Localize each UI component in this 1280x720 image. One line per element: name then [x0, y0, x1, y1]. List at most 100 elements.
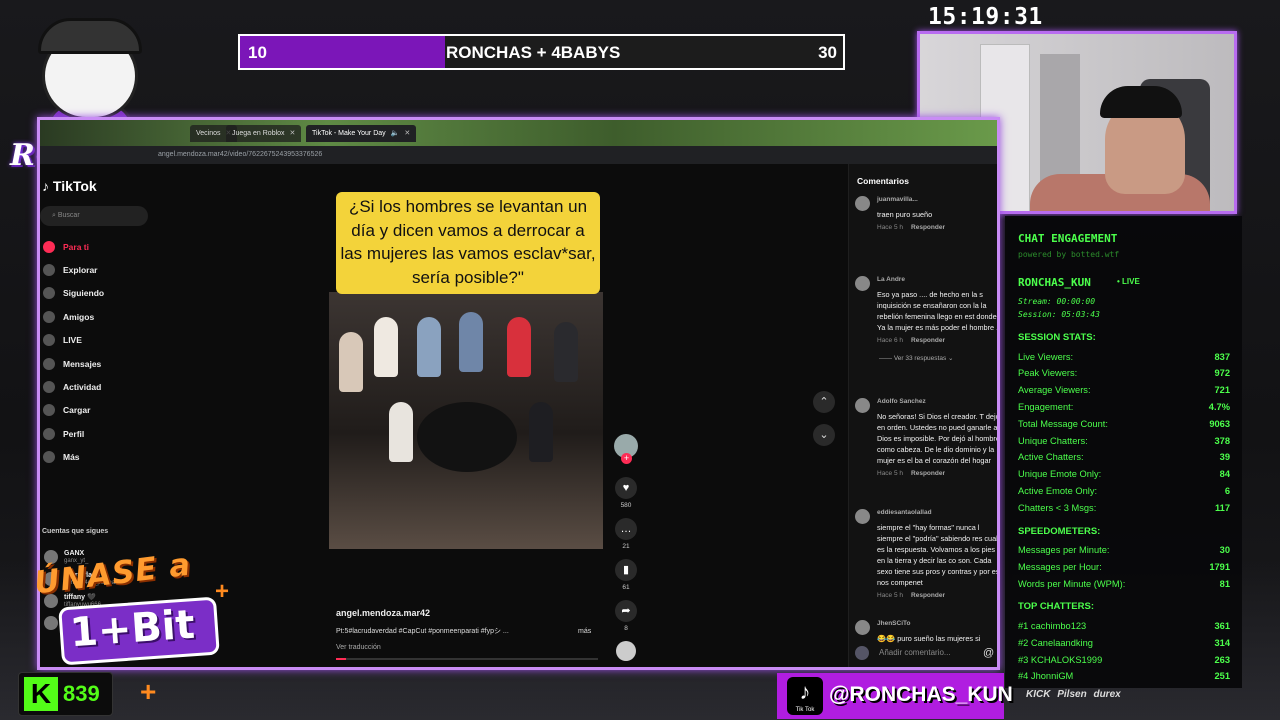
nav-item-label: Más [63, 452, 80, 463]
nav-item-actividad[interactable]: Actividad [40, 375, 170, 398]
video-table [417, 402, 517, 472]
view-replies-link[interactable]: —— Ver 33 respuestas ⌄ [879, 354, 953, 362]
chevron-down-icon[interactable]: ⌄ [813, 424, 835, 446]
session-stat-value: 4.7% [1208, 401, 1230, 412]
speedometer-label: Messages per Hour: [1018, 561, 1102, 572]
top-chatter-value: 361 [1214, 620, 1230, 631]
video-person [529, 402, 553, 462]
bookmark-icon[interactable]: ▮ [615, 559, 637, 581]
top-chatter-value: 251 [1214, 671, 1230, 682]
reply-button[interactable]: Responder [911, 224, 945, 231]
clock: 15:19:31 [928, 4, 1043, 30]
scoreboard-right-value: 30 [818, 43, 837, 62]
scoreboard-left-value: 10 [248, 43, 267, 62]
tiktok-nav: Para ti Explorar Siguiendo Amigos LIVE Mensaj… [40, 235, 170, 469]
session-stat-label: Peak Viewers: [1018, 368, 1078, 379]
video-meta: angel.mendoza.mar42 Pt:5#lacrudaverdad #… [336, 608, 596, 651]
avatar[interactable] [855, 509, 870, 524]
close-icon[interactable]: ✕ [290, 130, 296, 137]
speedometer-label: Messages per Minute: [1018, 545, 1110, 555]
nav-item-cargar[interactable]: Cargar [40, 399, 170, 422]
video-player[interactable] [329, 292, 603, 549]
session-stat-label: Unique Emote Only: [1018, 469, 1102, 480]
search-input[interactable]: ⌕ Buscar [40, 206, 148, 226]
comment-user[interactable]: La Andre [877, 276, 905, 283]
comment-body: traen puro sueño Hace 5 h Responder [877, 209, 997, 233]
speaker-icon[interactable]: 🔈 [391, 130, 400, 137]
reply-button[interactable]: Responder [911, 337, 945, 344]
music-disc-icon[interactable] [616, 641, 636, 661]
avatar[interactable]: + [614, 434, 638, 464]
avatar[interactable] [855, 398, 870, 413]
session-stat-label: Active Chatters: [1018, 452, 1084, 463]
creator-avatar[interactable]: + [613, 434, 639, 477]
session-stat-label: Active Emote Only: [1018, 485, 1098, 496]
mention-icon[interactable]: @ [983, 647, 994, 659]
close-icon[interactable]: ✕ [404, 130, 410, 137]
comment-input[interactable]: Añadir comentario... [855, 644, 997, 664]
friends-icon [43, 310, 55, 323]
comment-user[interactable]: eddiesantaolallad [877, 509, 932, 516]
video-progress[interactable] [336, 658, 598, 660]
nav-item-amigos[interactable]: Amigos [40, 305, 170, 328]
speedometer-value: 1791 [1209, 561, 1230, 572]
chevron-up-icon[interactable]: ⌃ [813, 391, 835, 413]
reply-button[interactable]: Responder [911, 470, 945, 477]
session-stat: Unique Chatters: 378 [1018, 436, 1230, 446]
tiktok-logo[interactable]: ♪ TikTok [42, 178, 97, 194]
share-icon[interactable]: ➦ [615, 600, 637, 622]
tab-roblox[interactable]: Juega en Roblox ✕ [226, 125, 302, 142]
messages-icon [43, 357, 55, 370]
nav-item-perfil[interactable]: Perfil [40, 422, 170, 445]
video-caption: ¿Si los hombres se levantan un día y dic… [336, 192, 600, 294]
address-bar[interactable]: angel.mendoza.mar42/video/76226752439533… [40, 146, 997, 164]
comment-user[interactable]: JhenSCiTo [877, 620, 910, 627]
speedometer: Messages per Hour: 1791 [1018, 562, 1230, 572]
top-chatter-value: 263 [1214, 654, 1230, 665]
video-author[interactable]: angel.mendoza.mar42 [336, 608, 596, 618]
comment-user[interactable]: juanmavilla... [877, 196, 918, 203]
stats-powered-by: powered by botted.wtf [1018, 250, 1120, 259]
session-stats-heading: SESSION STATS: [1018, 332, 1096, 343]
reply-button[interactable]: Responder [911, 592, 945, 599]
nav-item-label: Siguiendo [63, 288, 105, 299]
tab-tiktok[interactable]: TikTok - Make Your Day 🔈 ✕ [306, 125, 417, 142]
top-chatter: #3 KCHALOKS1999 263 [1018, 655, 1230, 665]
tab-label: Juega en Roblox [232, 130, 285, 137]
nav-item-más[interactable]: Más [40, 446, 170, 469]
comment-icon[interactable]: … [615, 518, 637, 540]
nav-item-para-ti[interactable]: Para ti [40, 235, 170, 258]
video-person [507, 317, 531, 377]
nav-item-live[interactable]: LIVE [40, 329, 170, 352]
more-icon [43, 451, 55, 464]
video-person [389, 402, 413, 462]
heart-icon[interactable]: ♥ [615, 477, 637, 499]
more-link[interactable]: más [578, 628, 591, 635]
avatar[interactable] [855, 620, 870, 635]
top-chatter-label: #3 KCHALOKS1999 [1018, 654, 1103, 665]
scoreboard-title: RONCHAS + 4BABYS [446, 43, 621, 62]
live-badge: • LIVE [1117, 277, 1140, 286]
translate-link[interactable]: Ver traducción [336, 644, 596, 651]
like-count: 580 [620, 502, 632, 509]
nav-item-explorar[interactable]: Explorar [40, 258, 170, 281]
tab-label: TikTok - Make Your Day [312, 130, 386, 137]
profile-icon [43, 427, 55, 440]
avatar[interactable] [855, 196, 870, 211]
compass-icon [43, 264, 55, 277]
comment-user[interactable]: Adolfo Sanchez [877, 398, 926, 405]
search-icon: ⌕ [52, 212, 56, 219]
comment-count: 21 [622, 543, 630, 550]
follow-plus-icon[interactable]: + [621, 453, 632, 464]
session-stat-label: Unique Chatters: [1018, 435, 1088, 446]
nav-item-mensajes[interactable]: Mensajes [40, 352, 170, 375]
top-chatters-heading: TOP CHATTERS: [1018, 601, 1095, 613]
search-placeholder: Buscar [57, 212, 80, 219]
stats-username: RONCHAS_KUN [1018, 276, 1091, 289]
comment-text: 😂😂 puro sueño las mujeres si [877, 634, 981, 643]
upload-icon [43, 404, 55, 417]
session-stat: Live Viewers: 837 [1018, 352, 1230, 362]
avatar[interactable] [855, 276, 870, 291]
nav-item-label: Explorar [63, 265, 98, 276]
nav-item-siguiendo[interactable]: Siguiendo [40, 282, 170, 305]
